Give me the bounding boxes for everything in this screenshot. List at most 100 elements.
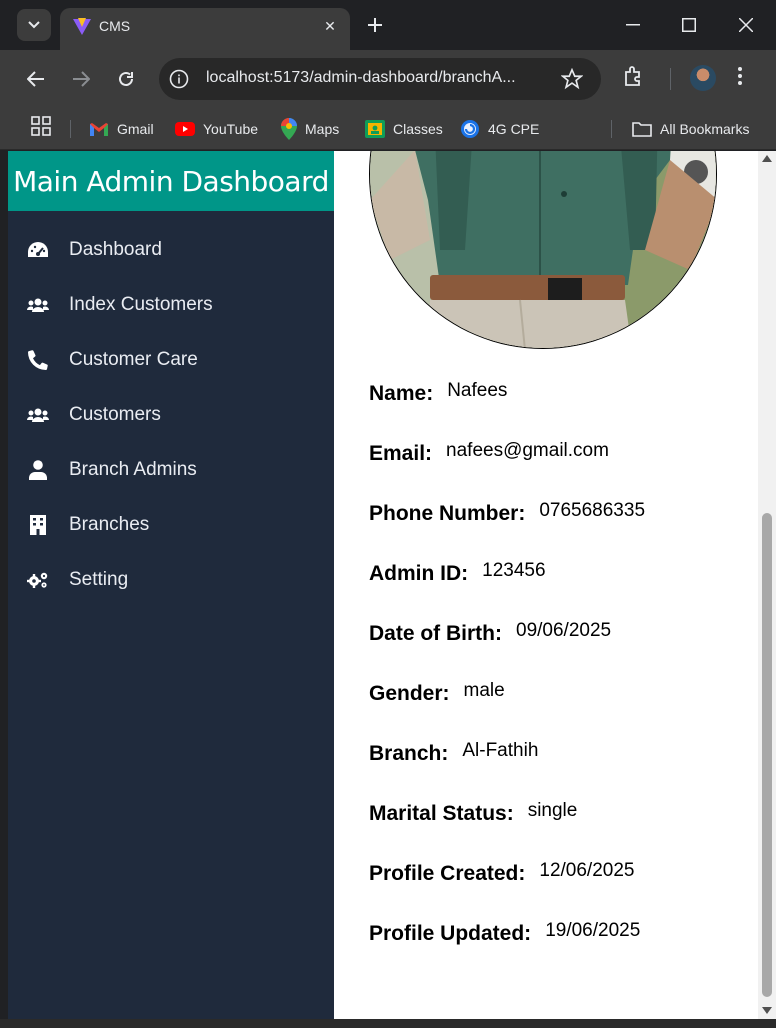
- sidebar-item-label: Dashboard: [69, 239, 162, 260]
- forward-button[interactable]: [66, 64, 96, 94]
- profile-field-gender: Gender: male: [369, 680, 505, 712]
- plus-icon: [368, 18, 382, 32]
- sidebar-item-label: Setting: [69, 569, 129, 590]
- profile-field-created: Profile Created: 12/06/2025: [369, 860, 635, 892]
- field-label: Branch:: [369, 742, 449, 765]
- info-icon[interactable]: [169, 69, 189, 89]
- maximize-button[interactable]: [674, 12, 704, 38]
- sidebar-item-branches[interactable]: Branches: [8, 505, 334, 545]
- back-button[interactable]: [21, 64, 51, 94]
- sidebar: Main Admin Dashboard Dashboard Index Cus…: [8, 151, 334, 1019]
- all-bookmarks-label: All Bookmarks: [660, 121, 750, 137]
- browser-toolbar: localhost:5173/admin-dashboard/branchA..…: [0, 50, 776, 108]
- page-scrollbar[interactable]: [758, 151, 776, 1019]
- sidebar-item-customer-care[interactable]: Customer Care: [8, 340, 334, 380]
- all-bookmarks-button[interactable]: All Bookmarks: [632, 116, 749, 142]
- field-label: Marital Status:: [369, 802, 514, 825]
- reload-button[interactable]: [111, 64, 141, 94]
- bookmark-maps[interactable]: Maps: [281, 116, 339, 142]
- address-bar[interactable]: localhost:5173/admin-dashboard/branchA..…: [159, 58, 601, 100]
- minimize-icon: [626, 24, 640, 26]
- field-label: Date of Birth:: [369, 622, 502, 645]
- field-label: Profile Created:: [369, 862, 526, 885]
- chevron-down-icon: [28, 21, 40, 29]
- close-icon: [739, 18, 753, 32]
- profile-field-updated: Profile Updated: 19/06/2025: [369, 920, 641, 952]
- field-value: 09/06/2025: [516, 620, 612, 641]
- scroll-up-arrow-icon[interactable]: [762, 155, 772, 162]
- bookmark-youtube[interactable]: YouTube: [175, 116, 258, 142]
- profile-field-admin-id: Admin ID: 123456: [369, 560, 546, 592]
- browser-tab[interactable]: CMS ✕: [60, 8, 350, 50]
- field-value: Nafees: [447, 380, 508, 401]
- phone-icon: [27, 349, 49, 371]
- bookmark-label: 4G CPE: [488, 121, 540, 137]
- field-value: 19/06/2025: [545, 920, 641, 941]
- profile-field-name: Name: Nafees: [369, 380, 508, 412]
- tab-search-button[interactable]: [17, 9, 51, 41]
- field-value: single: [527, 800, 578, 821]
- field-label: Email:: [369, 442, 433, 465]
- arrow-right-icon: [73, 71, 90, 87]
- sidebar-item-label: Branch Admins: [69, 459, 197, 480]
- bookmark-classes[interactable]: Classes: [365, 116, 443, 142]
- sidebar-item-branch-admins[interactable]: Branch Admins: [8, 450, 334, 490]
- sidebar-item-label: Branches: [69, 514, 150, 535]
- gmail-icon: [90, 122, 108, 136]
- reload-icon: [119, 71, 133, 86]
- bookmark-star-icon[interactable]: [561, 68, 583, 90]
- scroll-down-arrow-icon[interactable]: [762, 1007, 772, 1014]
- profile-field-phone: Phone Number: 0765686335: [369, 500, 646, 532]
- tab-close-icon[interactable]: ✕: [318, 14, 342, 38]
- sidebar-item-customers[interactable]: Customers: [8, 395, 334, 435]
- profile-field-dob: Date of Birth: 09/06/2025: [369, 620, 612, 652]
- field-label: Name:: [369, 382, 434, 405]
- page-viewport: Main Admin Dashboard Dashboard Index Cus…: [8, 151, 758, 1019]
- close-window-button[interactable]: [731, 12, 761, 38]
- url-text[interactable]: localhost:5173/admin-dashboard/branchA..…: [206, 69, 516, 87]
- field-label: Gender:: [369, 682, 450, 705]
- profile-field-marital-status: Marital Status: single: [369, 800, 578, 832]
- bookmark-label: Classes: [393, 121, 443, 137]
- maps-icon: [281, 118, 297, 140]
- new-tab-button[interactable]: [362, 12, 388, 38]
- user-icon: [27, 459, 49, 481]
- sidebar-item-label: Customer Care: [69, 349, 198, 370]
- youtube-icon: [175, 122, 195, 136]
- gears-icon: [27, 569, 49, 591]
- field-value: nafees@gmail.com: [446, 440, 609, 461]
- sidebar-item-setting[interactable]: Setting: [8, 560, 334, 600]
- more-menu-icon[interactable]: [738, 66, 742, 86]
- profile-avatar[interactable]: [690, 65, 716, 91]
- profile-content: Name: Nafees Email: nafees@gmail.com Pho…: [334, 151, 758, 1019]
- field-value: male: [463, 680, 505, 701]
- extensions-icon[interactable]: [622, 64, 646, 88]
- sidebar-brand: Main Admin Dashboard: [8, 151, 334, 211]
- bookmark-4g-cpe[interactable]: 4G CPE: [460, 116, 539, 142]
- maximize-icon: [682, 18, 696, 32]
- field-label: Phone Number:: [369, 502, 526, 525]
- sidebar-item-label: Customers: [69, 404, 161, 425]
- apps-grid-icon[interactable]: [31, 116, 51, 136]
- field-value: 123456: [482, 560, 546, 581]
- field-value: 0765686335: [539, 500, 646, 521]
- bookmark-gmail[interactable]: Gmail: [89, 116, 154, 142]
- bookmark-label: Maps: [305, 121, 340, 137]
- speedometer-icon: [27, 239, 49, 261]
- bookmark-divider: [70, 120, 71, 138]
- minimize-button[interactable]: [618, 12, 648, 38]
- building-icon: [27, 514, 49, 536]
- sidebar-item-index-customers[interactable]: Index Customers: [8, 285, 334, 325]
- toolbar-divider: [670, 68, 671, 90]
- tab-strip: CMS ✕: [0, 0, 776, 50]
- field-label: Profile Updated:: [369, 922, 532, 945]
- field-label: Admin ID:: [369, 562, 469, 585]
- field-value: Al-Fathih: [462, 740, 539, 761]
- bookmarks-bar: Gmail YouTube Maps Classes 4G CPE All Bo…: [0, 108, 776, 150]
- browser-chrome: CMS ✕ localhost:5173/admin-dashboard/bra…: [0, 0, 776, 150]
- sidebar-item-label: Index Customers: [69, 294, 213, 315]
- sidebar-item-dashboard[interactable]: Dashboard: [8, 230, 334, 270]
- scrollbar-thumb[interactable]: [762, 513, 772, 997]
- field-value: 12/06/2025: [539, 860, 635, 881]
- bookmark-divider: [611, 120, 612, 138]
